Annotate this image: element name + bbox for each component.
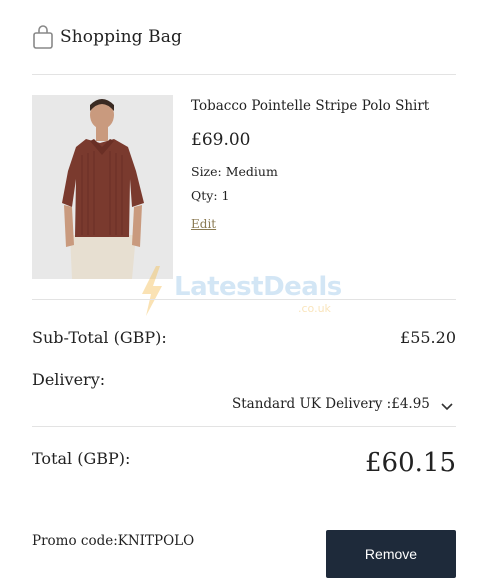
cart-header: Shopping Bag [32, 24, 182, 50]
total-value: £60.15 [365, 448, 456, 478]
product-price: £69.00 [191, 130, 251, 150]
promo-code: Promo code:KNITPOLO [32, 533, 195, 549]
summary-divider [32, 426, 456, 427]
product-image[interactable] [32, 95, 173, 279]
edit-link[interactable]: Edit [191, 217, 216, 231]
product-quantity: Qty: 1 [191, 188, 230, 203]
page-title: Shopping Bag [60, 27, 182, 47]
remove-promo-button[interactable]: Remove [326, 530, 456, 578]
delivery-label: Delivery: [32, 370, 106, 389]
product-size: Size: Medium [191, 164, 278, 179]
total-label: Total (GBP): [32, 449, 131, 468]
product-model-illustration [32, 95, 173, 279]
subtotal-value: £55.20 [400, 328, 456, 347]
shopping-bag-icon [33, 25, 53, 49]
watermark-brand: LatestDeals [174, 272, 342, 302]
product-info: Tobacco Pointelle Stripe Polo Shirt £69.… [191, 96, 456, 232]
header-divider [32, 74, 456, 75]
watermark-suffix: .co.uk [298, 302, 331, 315]
product-divider [32, 299, 456, 300]
delivery-select[interactable]: Standard UK Delivery :£4.95 [232, 393, 456, 415]
delivery-option: Standard UK Delivery :£4.95 [232, 396, 430, 412]
product-name[interactable]: Tobacco Pointelle Stripe Polo Shirt [191, 96, 456, 116]
chevron-down-icon [441, 403, 453, 411]
subtotal-label: Sub-Total (GBP): [32, 328, 167, 347]
